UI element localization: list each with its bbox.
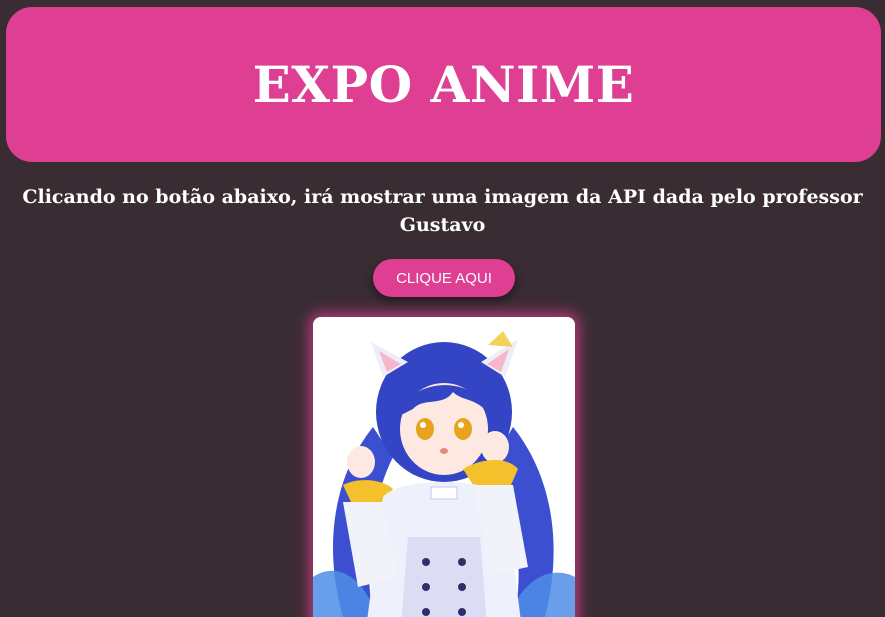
page-title: EXPO ANIME [252, 55, 635, 114]
show-image-button[interactable]: CLIQUE AQUI [373, 259, 515, 297]
anime-image [313, 317, 575, 617]
page-header: EXPO ANIME [6, 7, 881, 162]
description-text: Clicando no botão abaixo, irá mostrar um… [22, 186, 863, 236]
